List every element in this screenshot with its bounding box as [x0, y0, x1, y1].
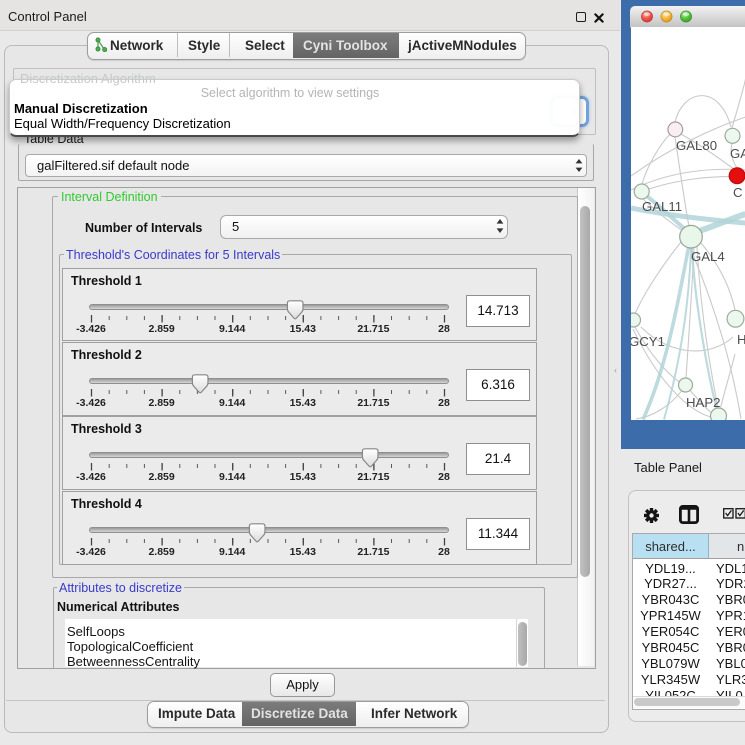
svg-text:GCY1: GCY1 [631, 334, 665, 349]
svg-text:H: H [737, 332, 745, 347]
svg-text:HAP2: HAP2 [686, 395, 720, 410]
svg-text:GAL4: GAL4 [691, 249, 725, 264]
svg-text:GA: GA [730, 146, 745, 161]
svg-text:GAL11: GAL11 [642, 199, 682, 214]
svg-text:GAL80: GAL80 [676, 138, 717, 153]
svg-text:C: C [733, 185, 743, 200]
